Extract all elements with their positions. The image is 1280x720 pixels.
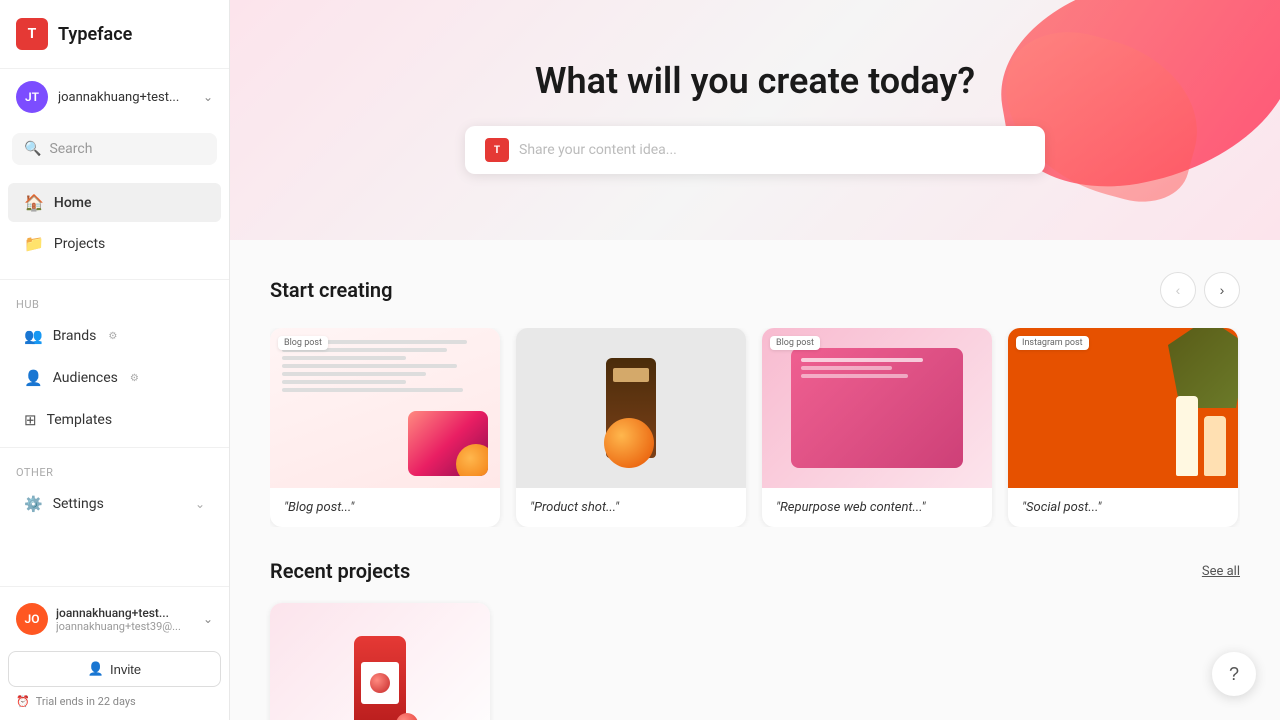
invite-button[interactable]: 👤 Invite <box>8 651 221 687</box>
content-idea-input[interactable]: T Share your content idea... <box>465 126 1045 174</box>
search-bar[interactable]: 🔍 Search <box>12 133 217 165</box>
account-name: joannakhuang+test... <box>58 90 193 105</box>
avatar: JT <box>16 81 48 113</box>
brands-badge: ⚙ <box>108 331 117 342</box>
nav-divider <box>0 279 229 280</box>
hub-section-label: Hub <box>0 286 229 315</box>
nav-label-home: Home <box>54 195 92 211</box>
templates-grid: Blog post <box>270 328 1240 527</box>
invite-icon: 👤 <box>88 661 104 677</box>
bottom-account-info: joannakhuang+test... joannakhuang+test39… <box>56 606 195 633</box>
chevron-down-icon: ⌄ <box>203 90 213 104</box>
sidebar-item-audiences[interactable]: 👤 Audiences ⚙ <box>8 359 221 397</box>
input-logo-icon: T <box>485 138 509 162</box>
template-preview-blog: Blog post <box>270 328 500 488</box>
sidebar-item-brands[interactable]: 👥 Brands ⚙ <box>8 317 221 355</box>
audiences-icon: 👤 <box>24 369 43 387</box>
settings-label: Settings <box>53 496 104 512</box>
recent-projects-header: Recent projects See all <box>270 559 1240 583</box>
sidebar-item-home[interactable]: 🏠 Home <box>8 183 221 222</box>
folder-icon: 📁 <box>24 234 44 253</box>
template-card-repurpose[interactable]: Blog post "Repurpose web content..." <box>762 328 992 527</box>
home-icon: 🏠 <box>24 193 44 212</box>
sidebar: T Typeface JT joannakhuang+test... ⌄ 🔍 S… <box>0 0 230 720</box>
template-label: "Blog post..." <box>270 488 500 527</box>
template-preview-repurpose: Blog post <box>762 328 992 488</box>
hub-divider <box>0 447 229 448</box>
repurpose-tag: Blog post <box>770 336 820 350</box>
trial-info: ⏰ Trial ends in 22 days <box>8 687 221 712</box>
carousel-nav: ‹ › <box>1160 272 1240 308</box>
account-selector[interactable]: JT joannakhuang+test... ⌄ <box>0 69 229 125</box>
template-preview-product <box>516 328 746 488</box>
audiences-badge: ⚙ <box>130 373 139 384</box>
sidebar-item-settings[interactable]: ⚙️ Settings ⌄ <box>8 485 221 523</box>
template-card-blog-post[interactable]: Blog post <box>270 328 500 527</box>
sidebar-bottom: JO joannakhuang+test... joannakhuang+tes… <box>0 586 229 720</box>
trial-icon: ⏰ <box>16 695 30 708</box>
see-all-link[interactable]: See all <box>1202 564 1240 579</box>
carousel-prev-button[interactable]: ‹ <box>1160 272 1196 308</box>
hero-section: What will you create today? T Share your… <box>230 0 1280 240</box>
help-button[interactable]: ? <box>1212 652 1256 696</box>
sidebar-item-templates[interactable]: ⊞ Templates <box>8 401 221 439</box>
template-preview-social: Instagram post <box>1008 328 1238 488</box>
bottom-chevron-icon: ⌄ <box>203 612 213 626</box>
recent-card-content <box>270 603 490 720</box>
invite-label: Invite <box>110 662 141 677</box>
brands-icon: 👥 <box>24 327 43 345</box>
search-input[interactable]: Search <box>49 141 92 157</box>
templates-icon: ⊞ <box>24 411 37 429</box>
product-preview-content <box>516 328 746 488</box>
start-creating-section: Start creating ‹ › Blog post <box>270 272 1240 527</box>
template-label: "Product shot..." <box>516 488 746 527</box>
settings-icon: ⚙️ <box>24 495 43 513</box>
hero-title: What will you create today? <box>535 60 975 102</box>
trial-text: Trial ends in 22 days <box>36 695 136 708</box>
bottom-account-name: joannakhuang+test... <box>56 606 195 620</box>
start-creating-title: Start creating <box>270 278 392 302</box>
social-tag: Instagram post <box>1016 336 1089 350</box>
sidebar-item-projects[interactable]: 📁 Projects <box>8 224 221 263</box>
template-label: "Social post..." <box>1008 488 1238 527</box>
carousel-next-button[interactable]: › <box>1204 272 1240 308</box>
recent-projects-title: Recent projects <box>270 559 410 583</box>
blog-preview-content: Blog post <box>270 328 500 488</box>
hub-label-templates: Templates <box>47 412 113 428</box>
template-card-social-post[interactable]: Instagram post "Social post..." <box>1008 328 1238 527</box>
recent-project-card[interactable] <box>270 603 490 720</box>
bottom-account-email: joannakhuang+test39@... <box>56 620 195 633</box>
bottom-account-selector[interactable]: JO joannakhuang+test... joannakhuang+tes… <box>8 595 221 643</box>
template-label: "Repurpose web content..." <box>762 488 992 527</box>
hub-label-brands: Brands <box>53 328 97 344</box>
hub-label-audiences: Audiences <box>53 370 118 386</box>
start-creating-header: Start creating ‹ › <box>270 272 1240 308</box>
other-section-label: Other <box>0 454 229 483</box>
input-placeholder-text: Share your content idea... <box>519 142 677 158</box>
bottom-avatar: JO <box>16 603 48 635</box>
settings-chevron-icon: ⌄ <box>195 497 205 511</box>
app-name: Typeface <box>58 24 132 45</box>
main-nav: 🏠 Home 📁 Projects <box>0 173 229 273</box>
nav-label-projects: Projects <box>54 236 105 252</box>
help-icon: ? <box>1229 664 1239 685</box>
recent-projects-grid <box>270 603 1240 720</box>
recent-projects-section: Recent projects See all <box>270 559 1240 720</box>
main-content: What will you create today? T Share your… <box>230 0 1280 720</box>
template-tag: Blog post <box>278 336 328 350</box>
sidebar-logo: T Typeface <box>0 0 229 69</box>
search-icon: 🔍 <box>24 141 41 157</box>
template-card-product-shot[interactable]: "Product shot..." <box>516 328 746 527</box>
content-area: Start creating ‹ › Blog post <box>230 240 1280 720</box>
app-logo-icon: T <box>16 18 48 50</box>
